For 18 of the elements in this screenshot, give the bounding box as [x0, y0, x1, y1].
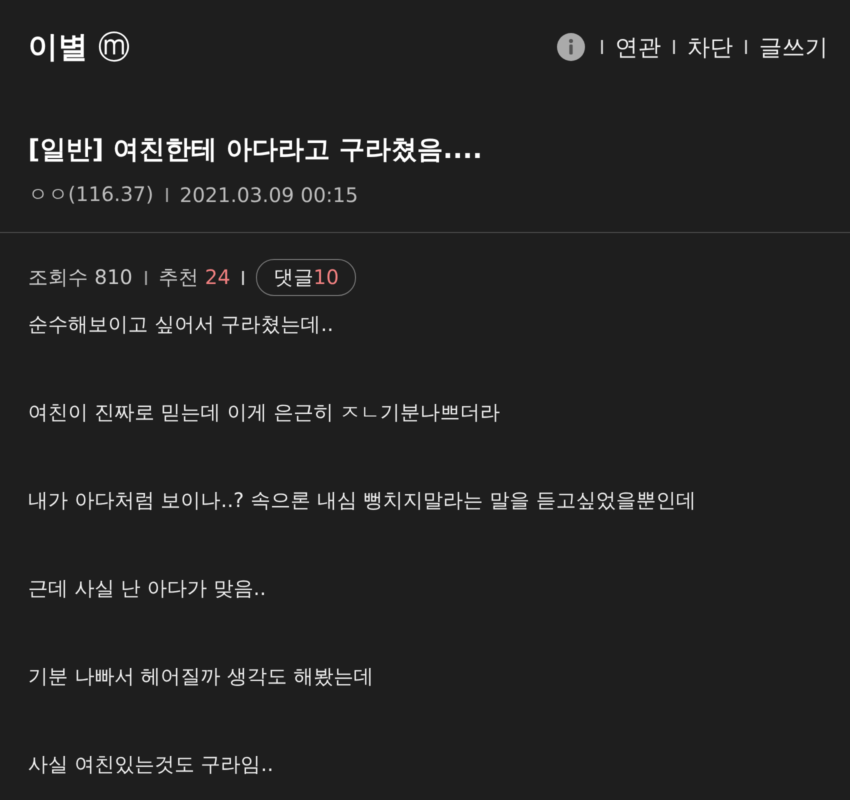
post-title: [일반] 여친한테 아다라고 구라쳤음.... [28, 134, 484, 167]
post-date: 2021.03.09 00:15 [180, 182, 358, 206]
header-link[interactable]: 연관 [615, 32, 661, 62]
post-author: ㅇㅇ(116.37) [28, 181, 154, 208]
post-paragraph: 사실 여친있는것도 구라임.. [28, 752, 274, 776]
info-icon[interactable] [557, 33, 585, 61]
gallery-mark-symbol: ⓜ [98, 31, 130, 63]
recommend-count: 추천 24 [158, 264, 230, 291]
header-link[interactable]: 글쓰기 [759, 32, 828, 62]
gallery-title: 이별 [28, 28, 88, 66]
post-paragraph: 근데 사실 난 아다가 맞음.. [28, 576, 268, 600]
post-paragraph: 기분 나빠서 헤어질까 생각도 해봤는데 [28, 664, 374, 688]
post-paragraph: 여친이 진짜로 믿는데 이게 은근히 ㅈㄴ기분나쁘더라 [28, 400, 501, 424]
header-link[interactable]: 차단 [687, 32, 733, 62]
view-count: 조회수 810 [28, 264, 133, 291]
post-paragraph: 내가 아다처럼 보이나..? 속으론 내심 뻥치지말라는 말을 듣고싶었을뿐인데 [28, 488, 697, 512]
post-paragraph: 순수해보이고 싶어서 구라쳤는데.. [28, 312, 334, 336]
comment-button[interactable]: 댓글10 [256, 259, 356, 296]
